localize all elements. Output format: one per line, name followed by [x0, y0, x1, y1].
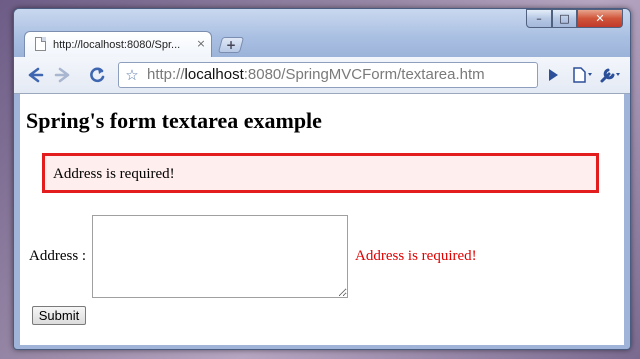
browser-window: http://localhost:8080/Spr... × + – □ ✕ ☆… [13, 8, 631, 350]
page-title: Spring's form textarea example [26, 108, 322, 133]
page-content: Spring's form textarea example Address i… [20, 94, 624, 345]
maximize-button[interactable]: □ [552, 9, 577, 28]
window-controls: – □ ✕ [524, 9, 626, 29]
forward-icon[interactable] [52, 65, 74, 85]
error-summary-text: Address is required! [53, 166, 175, 182]
minimize-button[interactable]: – [526, 9, 552, 28]
back-icon[interactable] [24, 65, 46, 85]
page-icon[interactable] [570, 65, 592, 85]
tab-close-icon[interactable]: × [195, 37, 207, 51]
error-summary-box: Address is required! [42, 153, 599, 193]
close-window-button[interactable]: ✕ [577, 9, 623, 28]
reload-icon[interactable] [86, 65, 108, 85]
wrench-icon[interactable] [598, 65, 620, 85]
address-error-text: Address is required! [355, 248, 477, 264]
star-icon[interactable]: ☆ [123, 65, 141, 85]
play-icon[interactable] [542, 65, 564, 85]
address-textarea[interactable] [92, 215, 348, 298]
tab-active[interactable]: http://localhost:8080/Spr... × [24, 31, 212, 57]
address-bar[interactable]: ☆ http://localhost:8080/SpringMVCForm/te… [118, 62, 538, 88]
plus-icon: + [225, 38, 237, 52]
title-bar: http://localhost:8080/Spr... × + – □ ✕ [14, 9, 630, 57]
new-tab-button[interactable]: + [217, 37, 245, 53]
url-text[interactable]: http://localhost:8080/SpringMVCForm/text… [147, 66, 527, 84]
page-icon [35, 37, 46, 51]
navigation-toolbar: ☆ http://localhost:8080/SpringMVCForm/te… [14, 57, 630, 94]
address-label: Address : [29, 248, 87, 264]
tab-title: http://localhost:8080/Spr... [53, 39, 181, 51]
submit-button[interactable]: Submit [32, 306, 86, 325]
